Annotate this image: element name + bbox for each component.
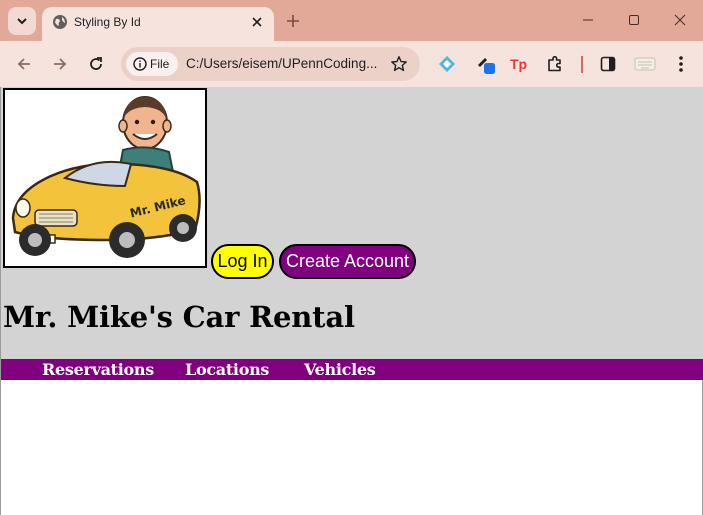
forward-button[interactable] [48,52,72,76]
logo-image: Mr. Mike [3,88,207,268]
maximize-button[interactable] [623,10,645,30]
minimize-icon [583,19,593,21]
browser-tab[interactable]: Styling By Id [42,7,274,41]
puzzle-icon [548,55,561,72]
maximize-icon [629,15,639,25]
svg-text:Tp: Tp [510,56,527,72]
login-button[interactable]: Log In [211,244,274,279]
nav-link-vehicles[interactable]: Vehicles [304,359,376,380]
tab-close-button[interactable] [248,13,266,31]
extensions-menu-button[interactable] [544,53,566,75]
globe-icon [53,15,67,29]
close-icon [252,17,262,27]
arrow-left-icon [17,58,30,70]
new-tab-button[interactable] [284,12,302,30]
keyboard-icon [634,57,656,71]
nav-bar: Reservations Locations Vehicles [1,359,703,380]
nav-link-locations[interactable]: Locations [185,359,269,380]
keyboard-extension-button[interactable] [632,53,658,75]
url-text[interactable]: C:/Users/eisem/UPennCoding... [186,56,377,71]
arrow-right-icon [54,58,67,70]
tab-search-button[interactable] [8,7,36,35]
tab-title: Styling By Id [74,15,141,29]
side-panel-button[interactable] [597,53,619,75]
create-account-button[interactable]: Create Account [279,244,416,279]
extension-button[interactable] [436,53,458,75]
bookmark-button[interactable] [390,55,408,73]
reload-button[interactable] [84,52,108,76]
star-icon [391,56,407,72]
info-icon [133,57,147,71]
side-panel-icon [600,56,616,72]
extension-button[interactable] [475,53,497,75]
diamond-extension-icon [439,56,455,72]
address-bar[interactable]: File C:/Users/eisem/UPennCoding... [121,47,420,81]
chevron-down-icon [17,18,27,25]
more-vertical-icon [679,56,683,72]
close-window-button[interactable] [669,10,691,30]
tp-extension-icon: Tp [510,56,527,72]
close-icon [674,14,686,26]
extension-button[interactable]: Tp [508,53,530,75]
scheme-label: File [150,57,170,71]
car-cartoon-icon: Mr. Mike [11,96,201,258]
reload-icon [90,57,102,70]
browser-menu-button[interactable] [670,53,692,75]
pen-extension-icon [478,58,495,74]
minimize-button[interactable] [577,10,599,30]
page-header: Mr. Mike Log In Create Account Mr. Mike'… [1,87,703,359]
page-viewport: Mr. Mike Log In Create Account Mr. Mike'… [0,87,703,515]
plus-icon [287,15,299,27]
page-title: Mr. Mike's Car Rental [3,300,355,334]
site-info-chip[interactable]: File [126,52,178,76]
nav-link-reservations[interactable]: Reservations [42,359,154,380]
toolbar-divider [581,56,583,73]
back-button[interactable] [12,52,36,76]
browser-tab-strip: Styling By Id [0,0,703,41]
browser-toolbar: File C:/Users/eisem/UPennCoding... Tp [0,41,703,87]
